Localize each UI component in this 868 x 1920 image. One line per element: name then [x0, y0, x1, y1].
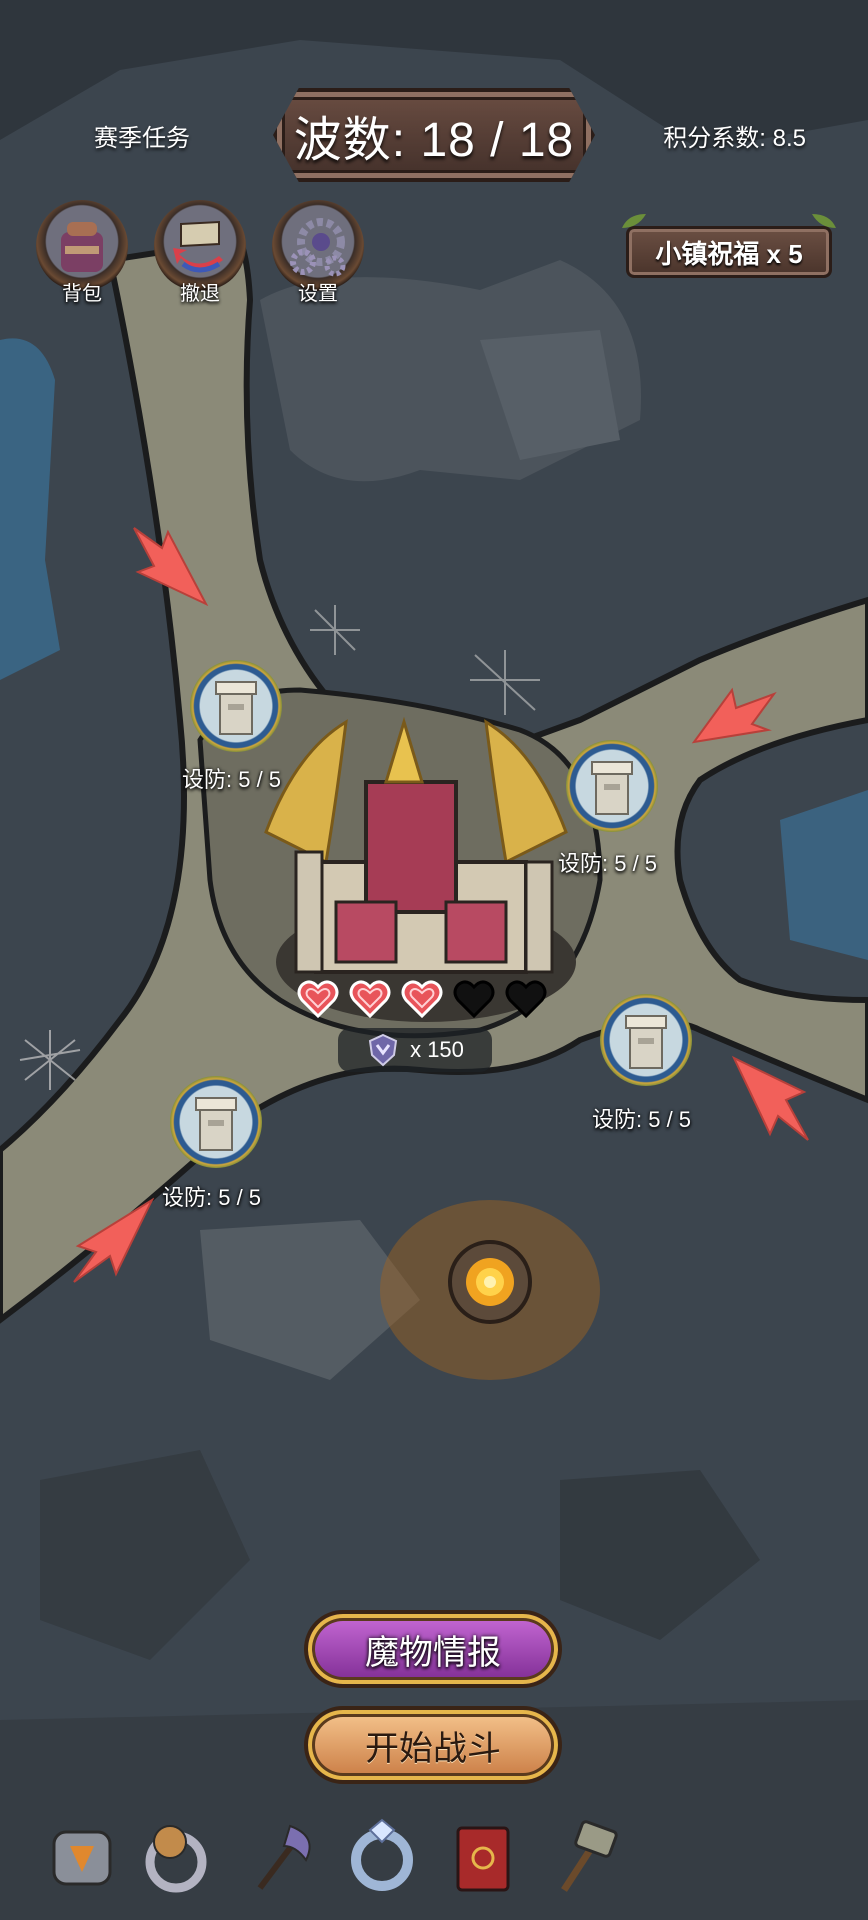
start-battle-label: 开始战斗 [365, 1729, 501, 1768]
retreat-label: 撤退 [180, 283, 220, 305]
enemy-path-arrow-icon [691, 687, 777, 744]
trophy-counter: x 150 [338, 1028, 492, 1072]
tower-icon [625, 1015, 667, 1069]
wave-counter: 波数: 18 / 18 [273, 88, 595, 182]
monster-intel-button[interactable]: 魔物情报 [304, 1610, 562, 1688]
hammer-icon[interactable] [540, 1816, 624, 1900]
cookie-ring-icon[interactable] [134, 1816, 218, 1900]
spawn-portal-icon [448, 1240, 532, 1324]
backpack-label: 背包 [62, 283, 102, 305]
heart-full-icon [349, 980, 391, 1019]
backpack-icon [61, 222, 103, 272]
rune-stone-icon[interactable] [40, 1816, 124, 1900]
backpack-button[interactable]: 背包 [30, 196, 134, 306]
equipment-bar [30, 1816, 830, 1900]
enemy-path-arrow-icon [73, 1197, 154, 1283]
settings-gears-icon [290, 218, 346, 277]
monster-intel-label: 魔物情报 [365, 1633, 501, 1672]
heart-full-icon [401, 980, 443, 1019]
tower-fortify-label: 设防: 5 / 5 [162, 1185, 262, 1210]
blessing-text: 小镇祝福 x 5 [655, 238, 803, 269]
tower-fortify-label: 设防: 5 / 5 [592, 1107, 692, 1132]
town-blessing-badge[interactable]: 小镇祝福 x 5 [622, 214, 836, 278]
tower-slot-right-lower[interactable] [596, 994, 696, 1094]
game-screen: 赛季任务 波数: 18 / 18 积分系数: 8.5 背包 撤退 设置 小镇祝福… [0, 0, 868, 1920]
retreat-button[interactable]: 撤退 [148, 196, 252, 306]
score-coefficient: 积分系数: 8.5 [663, 125, 806, 152]
season-tasks-link[interactable]: 赛季任务 [94, 118, 190, 153]
retreat-flag-icon [173, 220, 223, 273]
heart-full-icon [297, 980, 339, 1019]
settings-label: 设置 [298, 283, 338, 305]
settings-button[interactable]: 设置 [266, 196, 370, 306]
wave-text: 波数: 18 / 18 [293, 114, 575, 167]
tower-slot-bottom-left[interactable] [166, 1076, 266, 1176]
tower-icon [195, 1097, 237, 1151]
start-battle-button[interactable]: 开始战斗 [304, 1706, 562, 1784]
shield-badge-icon [368, 1033, 398, 1067]
crystal-ring-icon[interactable] [340, 1816, 424, 1900]
battle-axe-icon[interactable] [240, 1816, 324, 1900]
heart-empty-icon [453, 980, 495, 1019]
heart-empty-icon [505, 980, 547, 1019]
enemy-path-arrow-icon [133, 527, 209, 607]
red-book-icon[interactable] [440, 1816, 524, 1900]
trophy-count: x 150 [410, 1037, 464, 1062]
base-health-hearts [296, 976, 556, 1024]
enemy-path-arrow-icon [731, 1055, 809, 1141]
